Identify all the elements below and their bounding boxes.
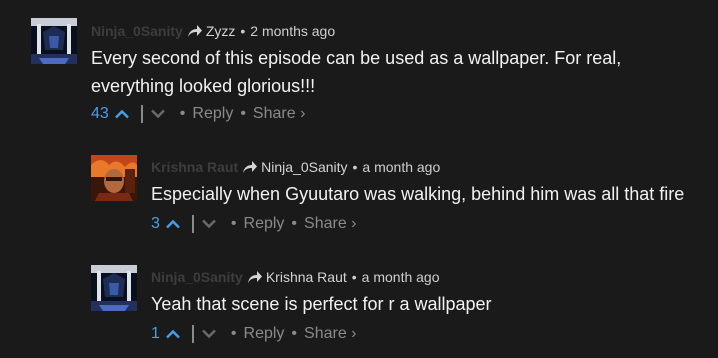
reply-button[interactable]: Reply xyxy=(244,215,285,233)
vote-divider xyxy=(191,325,194,343)
share-button[interactable]: Share › xyxy=(253,105,305,123)
timestamp[interactable]: 2 months ago xyxy=(250,23,335,39)
author-name[interactable]: Ninja_0Sanity xyxy=(151,269,243,285)
comment-actions: 1 • Reply • Share › xyxy=(151,323,357,345)
reply-target[interactable]: Ninja_0Sanity xyxy=(261,159,347,175)
reply-arrow-icon xyxy=(247,271,262,283)
avatar[interactable] xyxy=(91,155,137,201)
reply-arrow-icon xyxy=(243,161,258,173)
timestamp[interactable]: a month ago xyxy=(362,159,440,175)
upvote-count: 1 xyxy=(151,325,160,342)
action-dot: • xyxy=(179,105,186,122)
action-dot: • xyxy=(230,325,237,342)
avatar[interactable] xyxy=(91,265,137,311)
comment-body: Yeah that scene is perfect for r a wallp… xyxy=(151,290,492,318)
share-button[interactable]: Share › xyxy=(304,215,356,233)
avatar[interactable] xyxy=(31,18,77,64)
upvote-chevron-icon[interactable] xyxy=(166,219,180,229)
ninja-avatar-icon xyxy=(31,18,77,64)
upvote-chevron-icon[interactable] xyxy=(114,109,129,119)
comment-text-line: Every second of this episode can be used… xyxy=(91,48,622,68)
comment-text-line: Yeah that scene is perfect for r a wallp… xyxy=(151,294,492,314)
meta-dot: • xyxy=(352,159,358,175)
upvote-count: 43 xyxy=(91,105,109,122)
comment-meta: Ninja_0Sanity Krishna Raut • a month ago xyxy=(151,267,440,287)
action-dot: • xyxy=(230,215,237,232)
downvote-chevron-icon[interactable] xyxy=(202,219,216,229)
reply-button[interactable]: Reply xyxy=(192,105,233,123)
comment-text-line: Especially when Gyuutaro was walking, be… xyxy=(151,184,685,204)
upvote-chevron-icon[interactable] xyxy=(166,329,180,339)
author-name[interactable]: Ninja_0Sanity xyxy=(91,23,183,39)
ninja-avatar-icon xyxy=(91,265,137,311)
reply-target[interactable]: Krishna Raut xyxy=(266,269,347,285)
vote-divider xyxy=(191,215,194,233)
reply-arrow-icon xyxy=(187,25,202,37)
timestamp[interactable]: a month ago xyxy=(362,269,440,285)
fire-avatar-icon xyxy=(91,155,137,201)
comment-actions: 43 • Reply • Share › xyxy=(91,103,305,125)
action-dot: • xyxy=(291,325,298,342)
reply-button[interactable]: Reply xyxy=(244,325,285,343)
downvote-chevron-icon[interactable] xyxy=(202,329,216,339)
action-dot: • xyxy=(240,105,246,122)
share-button[interactable]: Share › xyxy=(304,325,356,343)
upvote-count: 3 xyxy=(151,215,160,232)
comment-body: Every second of this episode can be used… xyxy=(91,44,621,100)
action-dot: • xyxy=(291,215,298,232)
author-name[interactable]: Krishna Raut xyxy=(151,159,238,175)
comment-body: Especially when Gyuutaro was walking, be… xyxy=(151,180,684,208)
vote-divider xyxy=(140,105,143,123)
comment-meta: Krishna Raut Ninja_0Sanity • a month ago xyxy=(151,157,440,177)
comment-meta: Ninja_0Sanity Zyzz • 2 months ago xyxy=(91,21,335,41)
reply-target[interactable]: Zyzz xyxy=(206,23,236,39)
comment-text-line: everything looked glorious!!! xyxy=(91,76,316,96)
comment-actions: 3 • Reply • Share › xyxy=(151,213,357,235)
meta-dot: • xyxy=(240,23,246,39)
meta-dot: • xyxy=(351,269,357,285)
downvote-chevron-icon[interactable] xyxy=(150,109,165,119)
